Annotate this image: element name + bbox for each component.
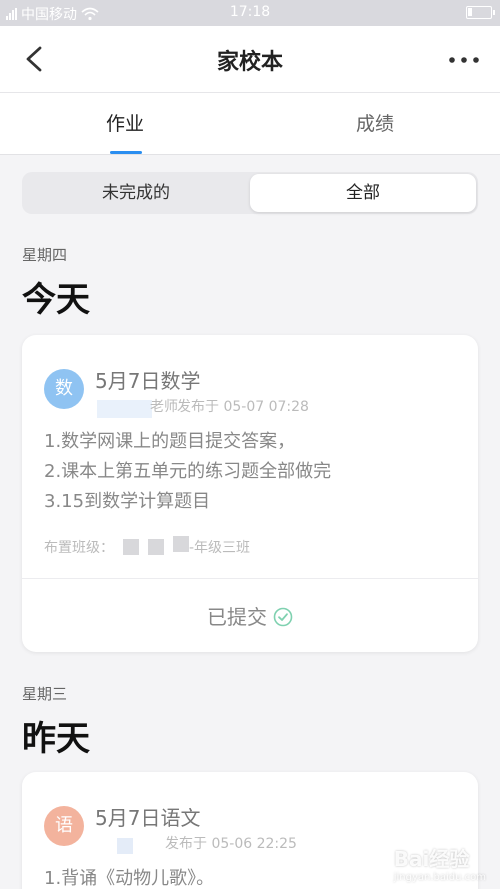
filter-segment: 未完成的 全部: [22, 172, 478, 214]
weekday-label: 星期三: [22, 685, 68, 703]
tab-homework[interactable]: 作业: [0, 93, 250, 155]
status-bar: 中国移动 17:18: [0, 0, 500, 26]
teacher-label: 老师: [150, 399, 178, 415]
homework-body: 1.数学网课上的题目提交答案， 2.课本上第五单元的练习题全部做完 3.15到数…: [44, 427, 331, 517]
clock: 17:18: [229, 4, 271, 20]
page-title: 家校本: [216, 50, 283, 75]
day-heading: 昨天: [22, 719, 90, 759]
homework-line: 1.数学网课上的题目提交答案，: [44, 431, 296, 452]
active-tab-indicator: [110, 151, 142, 154]
blurred-teacher-name: [97, 400, 152, 418]
blurred-teacher-name: [117, 838, 133, 854]
card-divider: [22, 578, 478, 579]
redacted-block: [148, 538, 164, 555]
class-suffix: -年级三班: [189, 540, 251, 556]
homework-body: 1.背诵《动物儿歌》。: [44, 864, 214, 889]
weekday-label: 星期四: [22, 246, 68, 264]
tab-bar: 作业 成绩: [0, 92, 500, 155]
homework-line: 3.15到数学计算题目: [44, 491, 211, 512]
battery-icon: [466, 6, 495, 19]
nav-header: 家校本: [0, 26, 500, 92]
redacted-block: [173, 536, 189, 552]
class-label: 布置班级：: [44, 539, 114, 556]
homework-line: 2.课本上第五单元的练习题全部做完: [44, 461, 332, 482]
subject-avatar: 语: [44, 806, 84, 846]
check-circle-icon: [273, 607, 293, 627]
publish-time: 发布于 05-07 07:28: [177, 399, 309, 415]
tab-grades[interactable]: 成绩: [250, 93, 500, 155]
redacted-block: [123, 538, 139, 555]
homework-title: 5月7日语文: [95, 806, 201, 830]
more-options-icon[interactable]: [446, 48, 482, 72]
subject-avatar: 数: [44, 369, 84, 409]
segment-incomplete[interactable]: 未完成的: [22, 172, 250, 214]
homework-line: 1.背诵《动物儿歌》。: [44, 868, 215, 889]
segment-all[interactable]: 全部: [250, 174, 476, 212]
day-heading: 今天: [22, 280, 90, 320]
publish-time: 发布于 05-06 22:25: [165, 836, 297, 852]
homework-title: 5月7日数学: [95, 369, 201, 393]
submission-status: 已提交: [22, 601, 478, 630]
assigned-class: 布置班级： -年级三班: [44, 536, 250, 557]
homework-card[interactable]: 数 5月7日数学 老师 发布于 05-07 07:28 1.数学网课上的题目提交…: [22, 335, 478, 652]
status-text: 已提交: [207, 605, 267, 629]
watermark-logo: Bai经验 jingyan.baidu.com: [393, 847, 486, 883]
